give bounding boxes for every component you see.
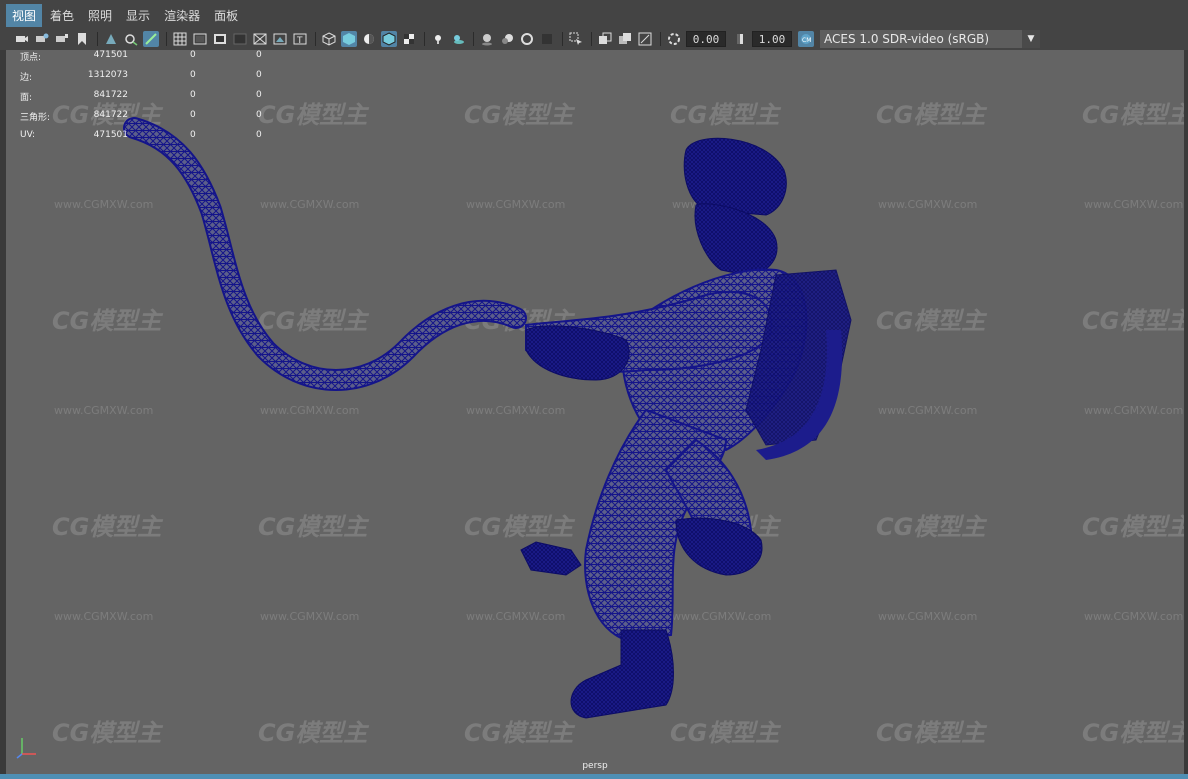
grid-icon[interactable] — [172, 31, 188, 47]
viewport-menu-bar: 视图 着色 照明 显示 渲染器 面板 — [0, 0, 1188, 30]
character-wireframe-model[interactable] — [6, 50, 1184, 774]
view-transform-select[interactable]: ACES 1.0 SDR-video (sRGB) ▼ — [820, 30, 1040, 48]
toolbar-separator — [97, 32, 98, 46]
view-transform-value: ACES 1.0 SDR-video (sRGB) — [824, 32, 990, 46]
camera-icon[interactable] — [14, 31, 30, 47]
hose-mesh — [125, 119, 525, 389]
gamma-field[interactable]: 1.00 — [752, 31, 792, 47]
hud-label: UV: — [20, 130, 36, 140]
menu-show[interactable]: 显示 — [120, 4, 156, 27]
viewport-right-border — [1184, 50, 1188, 774]
hud-v2: 0 — [190, 130, 196, 140]
use-all-lights-icon[interactable] — [430, 31, 446, 47]
hud-v2: 0 — [190, 90, 196, 100]
hud-label: 顶点: — [20, 53, 42, 63]
film-gate-icon[interactable] — [192, 31, 208, 47]
menu-renderer[interactable]: 渲染器 — [158, 4, 206, 27]
hud-v1: 841722 — [93, 90, 128, 100]
hud-v1: 471501 — [93, 130, 128, 140]
two-d-pan-icon[interactable] — [123, 31, 139, 47]
menu-panels[interactable]: 面板 — [208, 4, 244, 27]
image-plane-icon[interactable] — [103, 31, 119, 47]
depth-of-field-icon[interactable] — [539, 31, 555, 47]
chevron-down-icon[interactable]: ▼ — [1022, 30, 1040, 48]
camera-attributes-icon[interactable] — [34, 31, 50, 47]
toolbar-separator — [424, 32, 425, 46]
hud-v3: 0 — [256, 90, 262, 100]
viewport-toolbar: T 0.00 1.00 CM ACES 1.0 SDR-video (sRGB)… — [0, 28, 1188, 50]
field-chart-icon[interactable] — [252, 31, 268, 47]
hud-v1: 841722 — [93, 110, 128, 120]
toolbar-separator — [315, 32, 316, 46]
safe-action-icon[interactable] — [272, 31, 288, 47]
toolbar-separator — [591, 32, 592, 46]
viewport-bottom-highlight — [0, 774, 1188, 779]
menu-shading[interactable]: 着色 — [44, 4, 80, 27]
motion-blur-icon[interactable] — [499, 31, 515, 47]
hud-v3: 0 — [256, 50, 262, 60]
hud-v1: 471501 — [93, 50, 128, 60]
exposure-icon[interactable] — [666, 31, 682, 47]
hud-v3: 0 — [256, 130, 262, 140]
hud-v2: 0 — [190, 70, 196, 80]
menu-view[interactable]: 视图 — [6, 3, 43, 27]
bookmark-icon[interactable] — [74, 31, 90, 47]
toolbar-separator — [660, 32, 661, 46]
exposure-field[interactable]: 0.00 — [686, 31, 726, 47]
hud-label: 面: — [20, 93, 33, 103]
anti-aliasing-icon[interactable] — [519, 31, 535, 47]
gate-mask-icon[interactable] — [232, 31, 248, 47]
color-management-icon[interactable]: CM — [798, 31, 814, 47]
smooth-shade-icon[interactable] — [341, 31, 357, 47]
axis-gizmo-icon — [16, 738, 36, 759]
front-boot-mesh — [570, 629, 674, 719]
shaded-wireframe-icon[interactable] — [381, 31, 397, 47]
perspective-viewport[interactable]: CG模型主 www.CGMXW.com CG模型主 www.CGMXW.com CG模型… — [6, 50, 1184, 774]
resolution-gate-icon[interactable] — [212, 31, 228, 47]
isolate-select-icon[interactable] — [568, 31, 584, 47]
hud-v2: 0 — [190, 110, 196, 120]
hud-v3: 0 — [256, 110, 262, 120]
svg-text:CM: CM — [802, 37, 811, 44]
gamma-icon[interactable] — [732, 31, 748, 47]
toolbar-separator — [473, 32, 474, 46]
camera-name-label: persp — [582, 761, 608, 771]
screen-space-ao-icon[interactable] — [479, 31, 495, 47]
hud-label: 三角形: — [20, 113, 51, 123]
xray-active-components-icon[interactable] — [617, 31, 633, 47]
hud-v1: 1312073 — [87, 70, 128, 80]
xray-joints-icon[interactable] — [637, 31, 653, 47]
safe-title-icon[interactable]: T — [292, 31, 308, 47]
hud-v2: 0 — [190, 50, 196, 60]
hud-v3: 0 — [256, 70, 262, 80]
grease-pencil-icon[interactable] — [143, 31, 159, 47]
svg-text:T: T — [296, 36, 303, 46]
camera-lock-icon[interactable] — [54, 31, 70, 47]
xray-icon[interactable] — [597, 31, 613, 47]
hud-label: 边: — [20, 73, 33, 83]
toolbar-separator — [166, 32, 167, 46]
default-material-icon[interactable] — [361, 31, 377, 47]
shadows-icon[interactable] — [450, 31, 466, 47]
wireframe-icon[interactable] — [321, 31, 337, 47]
nozzle-mesh — [520, 541, 582, 576]
hat-mesh — [683, 137, 787, 216]
toolbar-separator — [562, 32, 563, 46]
menu-lighting[interactable]: 照明 — [82, 4, 118, 27]
textured-icon[interactable] — [401, 31, 417, 47]
